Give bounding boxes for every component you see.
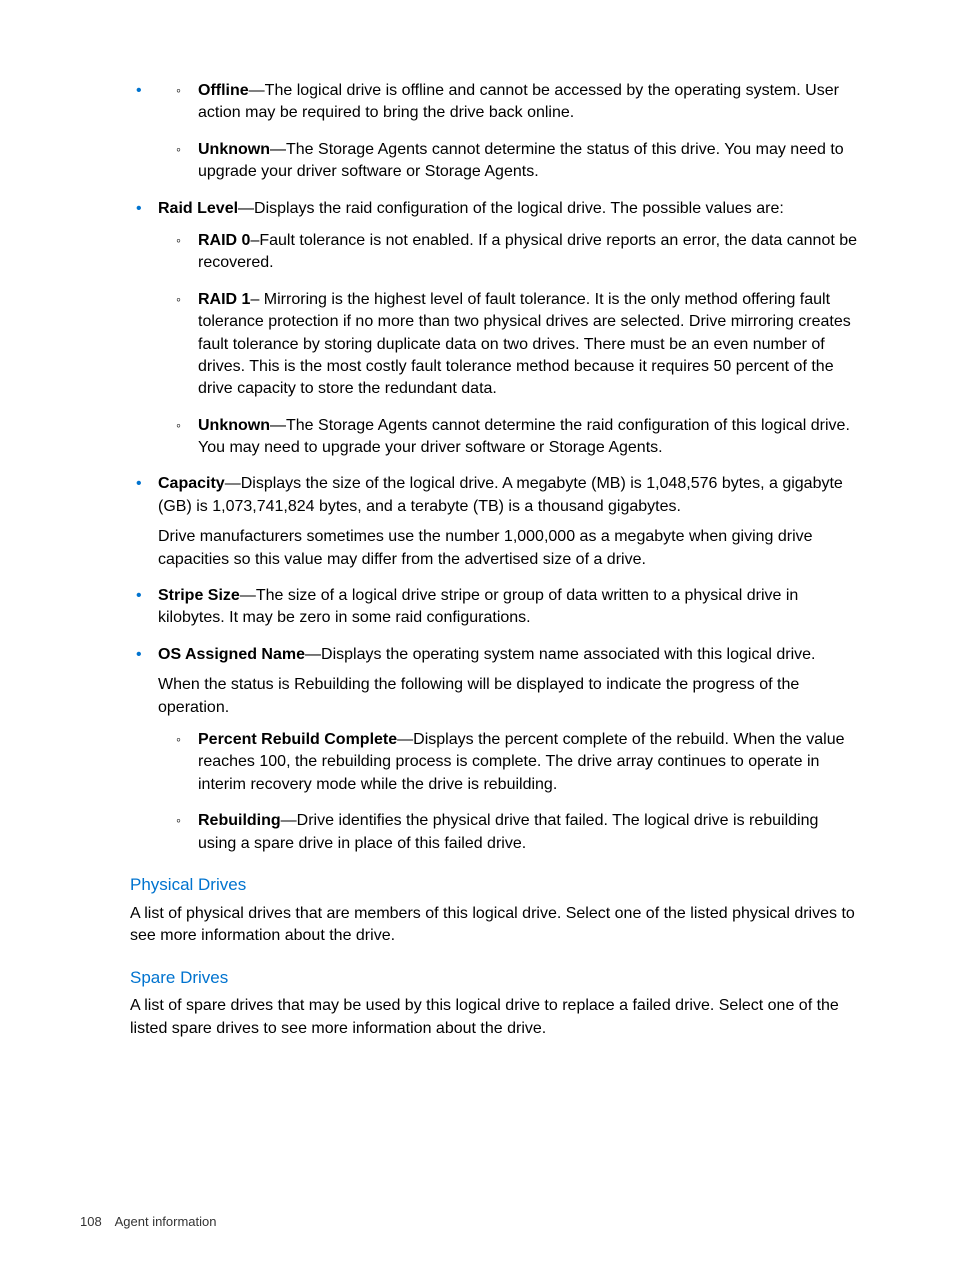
desc: —The size of a logical drive stripe or g…: [158, 587, 798, 626]
term: Unknown: [198, 141, 270, 158]
desc: —Displays the raid configuration of the …: [238, 200, 784, 217]
sub-item-unknown: Unknown—The Storage Agents cannot determ…: [198, 139, 858, 184]
item-capacity: Capacity—Displays the size of the logica…: [158, 473, 858, 571]
document-body: ul.level1 > li.no-marker::before{content…: [130, 80, 858, 1040]
desc: – Mirroring is the highest level of faul…: [198, 291, 851, 398]
desc: —Displays the operating system name asso…: [305, 646, 815, 663]
item-stripe-size: Stripe Size—The size of a logical drive …: [158, 585, 858, 630]
desc: —Displays the size of the logical drive.…: [158, 475, 843, 514]
extra-para: Drive manufacturers sometimes use the nu…: [158, 526, 858, 571]
term: Stripe Size: [158, 587, 240, 604]
term: Percent Rebuild Complete: [198, 731, 397, 748]
term: Offline: [198, 82, 249, 99]
sub-item-rebuilding: Rebuilding—Drive identifies the physical…: [198, 810, 858, 855]
desc: —The logical drive is offline and cannot…: [198, 82, 839, 121]
heading-physical-drives: Physical Drives: [130, 873, 858, 897]
page-number: 108: [80, 1214, 102, 1229]
term: Unknown: [198, 417, 270, 434]
raid-sub-list: RAID 0–Fault tolerance is not enabled. I…: [158, 230, 858, 460]
term: RAID 0: [198, 232, 250, 249]
item-os-assigned-name: OS Assigned Name—Displays the operating …: [158, 644, 858, 855]
term: Raid Level: [158, 200, 238, 217]
sub-item-raid0: RAID 0–Fault tolerance is not enabled. I…: [198, 230, 858, 275]
body-physical-drives: A list of physical drives that are membe…: [130, 903, 858, 948]
rebuild-sub-list: Percent Rebuild Complete—Displays the pe…: [158, 729, 858, 855]
sub-item-raid1: RAID 1– Mirroring is the highest level o…: [198, 289, 858, 401]
term: RAID 1: [198, 291, 250, 308]
term: Rebuilding: [198, 812, 281, 829]
page-footer: 108 Agent information: [80, 1213, 217, 1231]
term: OS Assigned Name: [158, 646, 305, 663]
main-list: Raid Level—Displays the raid configurati…: [130, 198, 858, 855]
term: Capacity: [158, 475, 225, 492]
desc: —Drive identifies the physical drive tha…: [198, 812, 818, 851]
sub-item-offline: Offline—The logical drive is offline and…: [198, 80, 858, 125]
desc: —The Storage Agents cannot determine the…: [198, 417, 850, 456]
continued-sub-list: Offline—The logical drive is offline and…: [130, 80, 858, 184]
body-spare-drives: A list of spare drives that may be used …: [130, 995, 858, 1040]
footer-title: Agent information: [115, 1214, 217, 1229]
desc: –Fault tolerance is not enabled. If a ph…: [198, 232, 857, 271]
item-raid-level: Raid Level—Displays the raid configurati…: [158, 198, 858, 460]
desc: —The Storage Agents cannot determine the…: [198, 141, 844, 180]
heading-spare-drives: Spare Drives: [130, 966, 858, 990]
sub-item-raid-unknown: Unknown—The Storage Agents cannot determ…: [198, 415, 858, 460]
sub-item-percent-rebuild: Percent Rebuild Complete—Displays the pe…: [198, 729, 858, 796]
extra-para: When the status is Rebuilding the follow…: [158, 674, 858, 719]
